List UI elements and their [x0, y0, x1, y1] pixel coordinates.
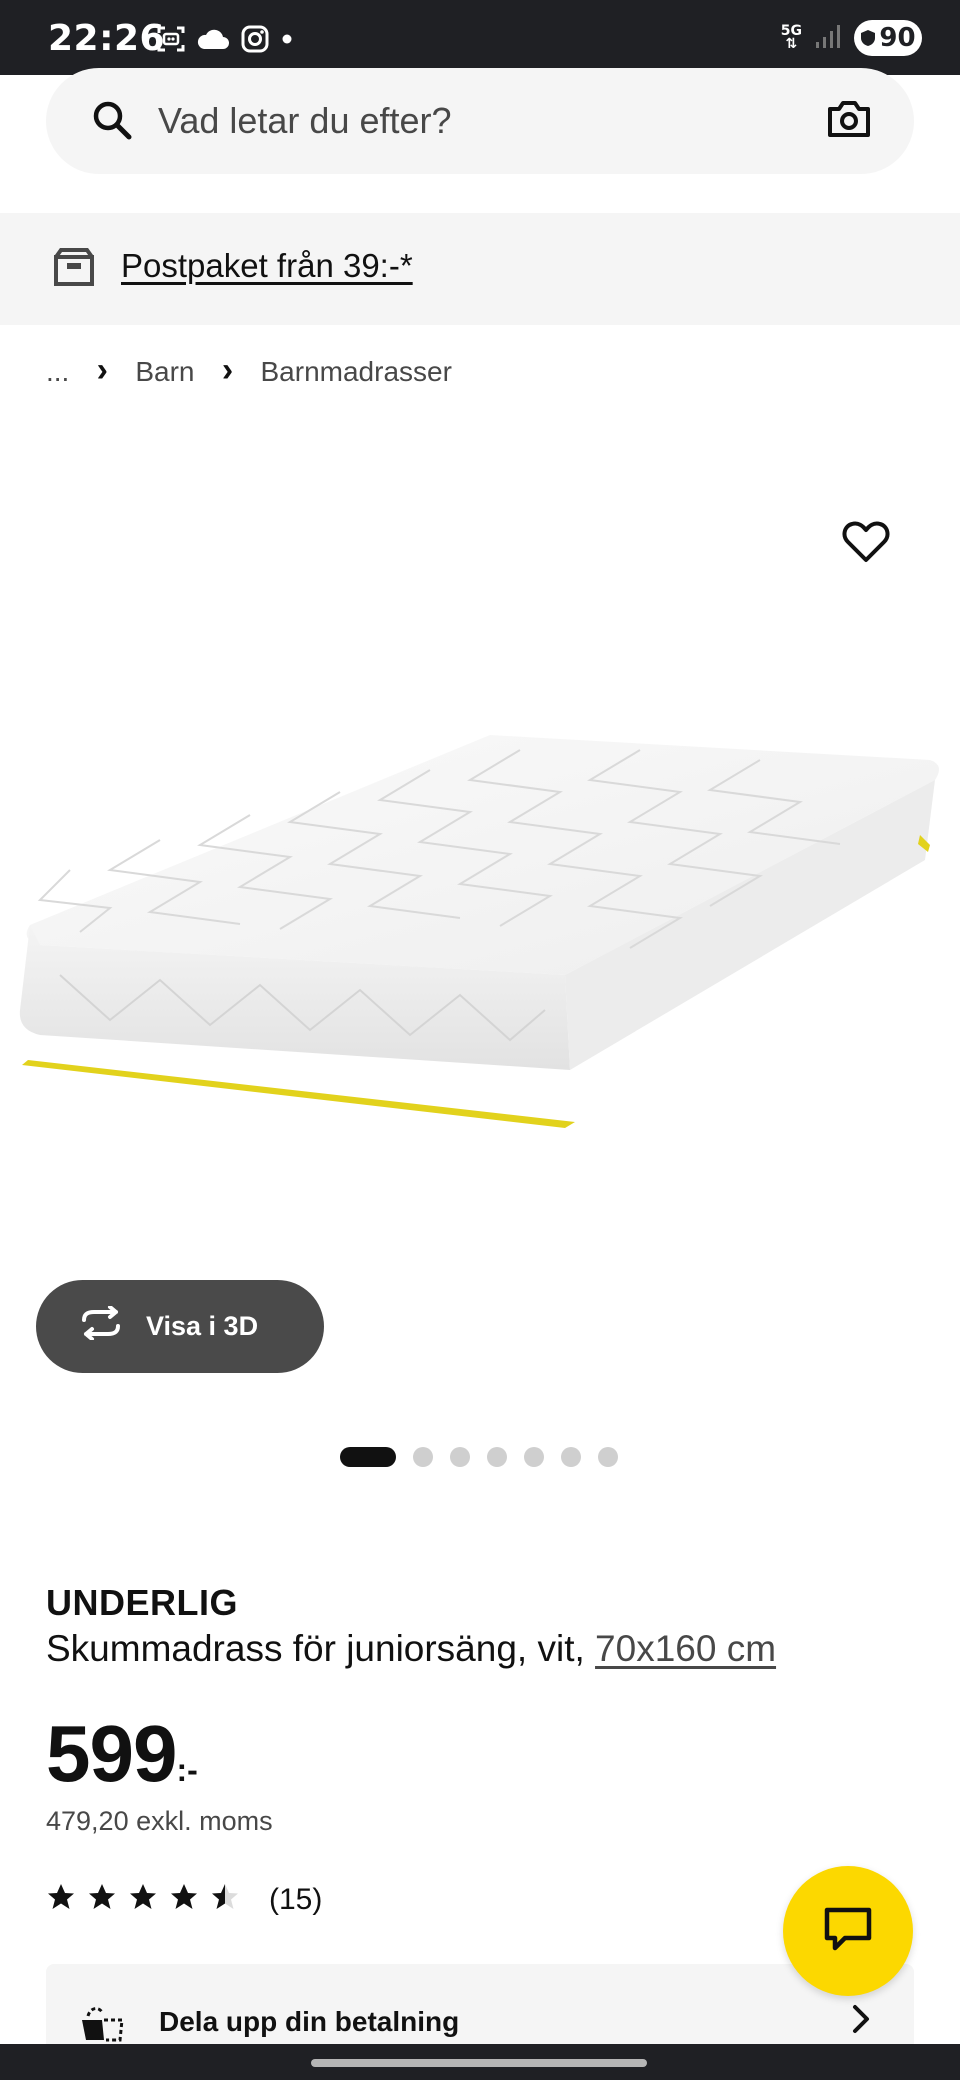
carousel-dot[interactable] [413, 1447, 433, 1467]
status-time: 22:26 [48, 18, 166, 59]
price-amount: 599 [46, 1709, 177, 1798]
promo-banner: Postpaket från 39:-* [0, 213, 960, 325]
chevron-right-icon [850, 2004, 872, 2039]
mattress-image [19, 735, 939, 1128]
chat-button[interactable] [783, 1866, 913, 1996]
split-payment-label: Dela upp din betalning [159, 2006, 460, 2037]
cloud-icon [196, 27, 230, 56]
dot-icon [280, 32, 294, 51]
signal-icon [814, 22, 842, 55]
review-count[interactable]: (15) [269, 1883, 322, 1917]
chevron-right-icon [87, 356, 117, 388]
carousel-dot[interactable] [561, 1447, 581, 1467]
system-nav-bar [0, 2044, 960, 2080]
breadcrumb-item-barn[interactable]: Barn [135, 356, 194, 388]
price-excl-vat: 479,20 exkl. moms [46, 1806, 273, 1836]
star-icon [87, 1882, 117, 1917]
carousel-dot[interactable] [487, 1447, 507, 1467]
delivery-box-icon [52, 247, 96, 292]
product-price: 599 :- [46, 1708, 198, 1800]
status-icons-left [156, 24, 294, 59]
product-brand: UNDERLIG [46, 1582, 238, 1623]
carousel-dot[interactable] [598, 1447, 618, 1467]
status-bar: 22:26 5G ⇅ 90 [0, 0, 960, 75]
camera-icon[interactable] [826, 98, 872, 145]
battery-level: 90 [879, 23, 916, 53]
home-gesture-handle[interactable] [311, 2059, 647, 2067]
view-3d-button[interactable]: Visa i 3D [36, 1280, 324, 1373]
instagram-icon [240, 24, 270, 59]
breadcrumb-item-more[interactable]: ... [46, 356, 69, 388]
product-image-carousel[interactable] [0, 420, 960, 1320]
network-5g-icon: 5G ⇅ [780, 23, 802, 52]
carousel-dot[interactable] [524, 1447, 544, 1467]
shield-icon [861, 30, 876, 46]
search-icon [90, 98, 134, 147]
search-input[interactable]: Vad letar du efter? [158, 100, 452, 142]
product-description: Skummadrass för juniorsäng, vit, 70x160 … [46, 1628, 776, 1670]
network-label: 5G [780, 23, 802, 39]
carousel-dots [340, 1447, 618, 1467]
half-star-icon [210, 1882, 240, 1917]
shipping-promo-link[interactable]: Postpaket från 39:-* [121, 247, 413, 285]
rotate-3d-icon [76, 1305, 126, 1347]
carousel-dot[interactable] [340, 1447, 396, 1467]
star-icon [169, 1882, 199, 1917]
product-description-text: Skummadrass för juniorsäng, vit, [46, 1628, 596, 1669]
star-icon [46, 1882, 76, 1917]
battery-indicator: 90 [854, 20, 922, 56]
view-3d-label: Visa i 3D [146, 1311, 259, 1341]
chat-icon [823, 1906, 873, 1957]
product-rating[interactable]: (15) [46, 1882, 322, 1917]
search-bar[interactable]: Vad letar du efter? [46, 68, 914, 174]
chevron-right-icon [213, 356, 243, 388]
screen-record-icon [156, 24, 186, 59]
status-icons-right: 5G ⇅ 90 [781, 20, 922, 56]
star-icon [128, 1882, 158, 1917]
payment-split-icon [78, 2004, 128, 2049]
carousel-dot[interactable] [450, 1447, 470, 1467]
breadcrumb-item-barnmadrasser[interactable]: Barnmadrasser [261, 356, 452, 388]
breadcrumb: ... Barn Barnmadrasser [46, 356, 452, 388]
price-suffix: :- [176, 1752, 198, 1788]
product-size-link[interactable]: 70x160 cm [595, 1628, 776, 1669]
